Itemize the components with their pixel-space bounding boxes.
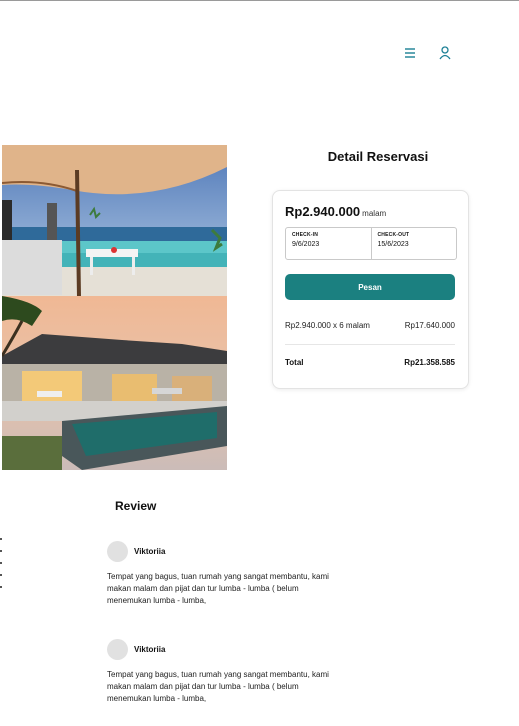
- date-range-picker: CHECK-IN 9/6/2023 CHECK-OUT 15/6/2023: [285, 227, 457, 260]
- hamburger-menu-icon[interactable]: [401, 44, 419, 62]
- user-icon[interactable]: [436, 44, 454, 62]
- detail-reservation-title: Detail Reservasi: [327, 149, 429, 164]
- total-amount: Rp21.358.585: [404, 358, 455, 367]
- checkout-value: 15/6/2023: [377, 241, 409, 248]
- avatar: [107, 540, 128, 562]
- avatar: [107, 638, 128, 660]
- total-label: Total: [285, 358, 304, 367]
- offscreen-content-edge: [0, 538, 6, 598]
- price-per-night: Rp2.940.000 malam: [285, 204, 386, 219]
- review-text: Tempat yang bagus, tuan rumah yang sanga…: [107, 670, 329, 703]
- checkin-label: CHECK-IN: [292, 232, 319, 238]
- review-header: Viktoriia: [107, 638, 347, 660]
- reviewer-name: Viktoriia: [134, 644, 166, 654]
- top-border: [0, 0, 519, 1]
- divider: [285, 344, 455, 345]
- checkout-label: CHECK-OUT: [377, 232, 410, 238]
- price-value: Rp2.940.000: [285, 204, 361, 219]
- checkin-value: 9/6/2023: [292, 241, 320, 248]
- review-header: Viktoriia: [107, 540, 347, 562]
- per-night-label: malam: [362, 209, 387, 218]
- price-calculation-label: Rp2.940.000 x 6 malam: [285, 321, 370, 330]
- checkout-field[interactable]: CHECK-OUT 15/6/2023: [370, 228, 457, 259]
- reservation-card: Rp2.940.000 malam CHECK-IN 9/6/2023 CHECK…: [272, 190, 469, 389]
- review-item: Viktoriia Tempat yang bagus, tuan rumah …: [107, 638, 347, 705]
- reviewer-name: Viktoriia: [134, 546, 166, 556]
- checkin-field[interactable]: CHECK-IN 9/6/2023: [286, 228, 371, 259]
- review-section-title: Review: [115, 499, 157, 513]
- villa-pool-umbrella-photo[interactable]: [2, 145, 227, 297]
- review-text: Tempat yang bagus, tuan rumah yang sanga…: [107, 572, 329, 605]
- book-button[interactable]: Pesan: [285, 274, 455, 300]
- villa-night-pool-photo[interactable]: [2, 296, 227, 470]
- review-item: Viktoriia Tempat yang bagus, tuan rumah …: [107, 540, 347, 607]
- price-calculation-amount: Rp17.640.000: [404, 321, 455, 330]
